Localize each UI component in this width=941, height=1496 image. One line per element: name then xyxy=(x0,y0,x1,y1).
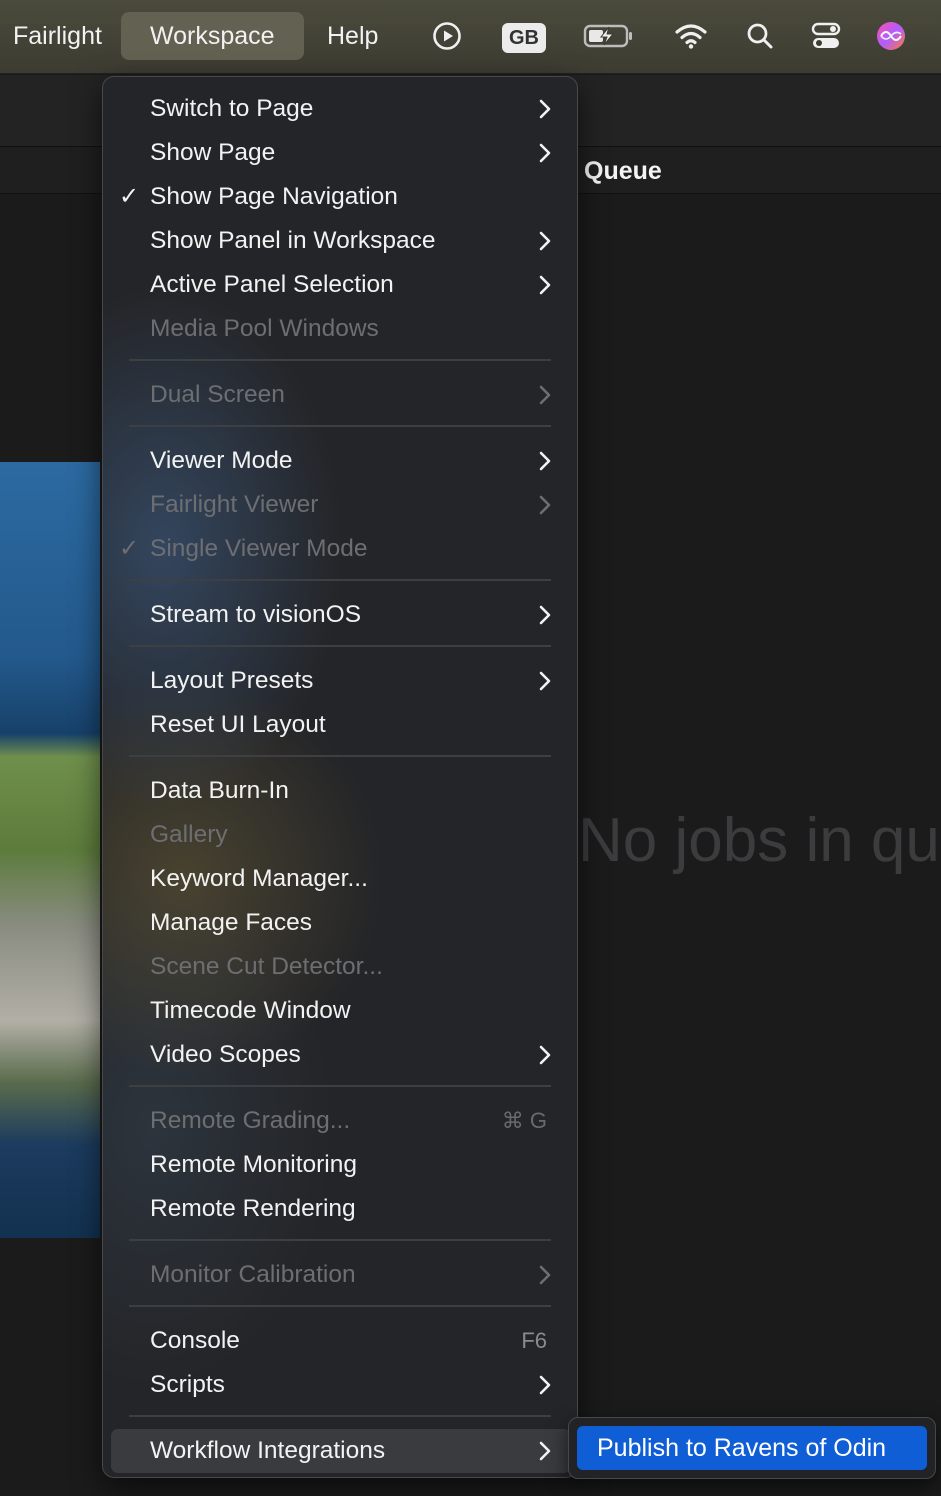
menu-item-label: Gallery xyxy=(150,821,228,848)
help-menu[interactable]: Help xyxy=(315,12,390,60)
menu-separator xyxy=(129,1415,551,1417)
chevron-right-icon xyxy=(539,605,551,625)
menu-item-label: Single Viewer Mode xyxy=(150,535,368,562)
menu-separator xyxy=(129,1305,551,1307)
menu-separator xyxy=(129,1085,551,1087)
chevron-right-icon xyxy=(539,385,551,405)
menu-item-data-burn-in[interactable]: Data Burn-In xyxy=(103,769,577,813)
menu-item-label: Console xyxy=(150,1327,240,1354)
menu-item-single-viewer-mode: ✓ Single Viewer Mode xyxy=(103,527,577,571)
menu-item-label: Show Page xyxy=(150,139,276,166)
menu-item-label: Viewer Mode xyxy=(150,447,293,474)
queue-panel: No jobs in queue xyxy=(578,194,941,1496)
queue-title: Queue xyxy=(584,157,662,185)
search-icon[interactable] xyxy=(744,18,776,54)
chevron-right-icon xyxy=(539,143,551,163)
menu-item-label: Dual Screen xyxy=(150,381,285,408)
menu-item-label: Monitor Calibration xyxy=(150,1261,356,1288)
menu-item-label: Stream to visionOS xyxy=(150,601,362,628)
chevron-right-icon xyxy=(539,1265,551,1285)
menu-separator xyxy=(129,645,551,647)
menu-item-active-panel-selection[interactable]: Active Panel Selection xyxy=(103,263,577,307)
menu-item-video-scopes[interactable]: Video Scopes xyxy=(103,1033,577,1077)
keyboard-layout-badge[interactable]: GB xyxy=(500,18,548,54)
chevron-right-icon xyxy=(539,1441,551,1461)
menu-item-viewer-mode[interactable]: Viewer Mode xyxy=(103,439,577,483)
play-circle-icon[interactable] xyxy=(430,18,464,54)
menu-item-label: Reset UI Layout xyxy=(150,711,326,738)
menu-item-show-page[interactable]: Show Page xyxy=(103,131,577,175)
battery-charging-icon[interactable] xyxy=(582,18,636,54)
menu-item-remote-rendering[interactable]: Remote Rendering xyxy=(103,1187,577,1231)
checkmark-icon: ✓ xyxy=(119,183,140,210)
menu-item-timecode-window[interactable]: Timecode Window xyxy=(103,989,577,1033)
menu-separator xyxy=(129,359,551,361)
workspace-menu[interactable]: Workspace xyxy=(121,12,304,60)
menu-item-label: Remote Grading... xyxy=(150,1107,351,1134)
menu-item-label: Manage Faces xyxy=(150,909,313,936)
menu-item-dual-screen: Dual Screen xyxy=(103,373,577,417)
menu-item-label: Workflow Integrations xyxy=(150,1437,386,1464)
shortcut-label: F6 xyxy=(521,1328,547,1353)
menu-item-keyword-manager[interactable]: Keyword Manager... xyxy=(103,857,577,901)
menu-item-workflow-integrations[interactable]: Workflow Integrations xyxy=(111,1429,571,1473)
siri-icon[interactable] xyxy=(873,18,909,54)
menu-separator xyxy=(129,1239,551,1241)
menu-item-gallery: Gallery xyxy=(103,813,577,857)
menu-item-label: Show Panel in Workspace xyxy=(150,227,436,254)
menu-item-media-pool-windows: Media Pool Windows xyxy=(103,307,577,351)
keyboard-layout-label: GB xyxy=(502,22,546,53)
shortcut-label: ⌘ G xyxy=(501,1108,547,1133)
menu-item-reset-ui-layout[interactable]: Reset UI Layout xyxy=(103,703,577,747)
app-menu[interactable]: Fairlight xyxy=(1,12,114,60)
queue-empty-message: No jobs in queue xyxy=(578,806,941,875)
chevron-right-icon xyxy=(539,1375,551,1395)
menu-item-label: Scripts xyxy=(150,1371,225,1398)
viewer-image xyxy=(0,462,100,1238)
menu-item-label: Remote Rendering xyxy=(150,1195,356,1222)
chevron-right-icon xyxy=(539,451,551,471)
chevron-right-icon xyxy=(539,275,551,295)
menu-item-scene-cut-detector: Scene Cut Detector... xyxy=(103,945,577,989)
menu-separator xyxy=(129,579,551,581)
menu-item-show-panel-in-workspace[interactable]: Show Panel in Workspace xyxy=(103,219,577,263)
menu-item-label: Remote Monitoring xyxy=(150,1151,357,1178)
menu-item-show-page-navigation[interactable]: ✓ Show Page Navigation xyxy=(103,175,577,219)
menu-item-monitor-calibration: Monitor Calibration xyxy=(103,1253,577,1297)
menu-item-label: Keyword Manager... xyxy=(150,865,368,892)
menu-item-label: Scene Cut Detector... xyxy=(150,953,383,980)
menu-item-label: Switch to Page xyxy=(150,95,314,122)
chevron-right-icon xyxy=(539,99,551,119)
menu-item-label: Show Page Navigation xyxy=(150,183,398,210)
chevron-right-icon xyxy=(539,231,551,251)
menu-item-fairlight-viewer: Fairlight Viewer xyxy=(103,483,577,527)
menu-item-label: Timecode Window xyxy=(150,997,351,1024)
menu-item-label: Video Scopes xyxy=(150,1041,301,1068)
workflow-integrations-submenu: Publish to Ravens of Odin xyxy=(568,1417,936,1479)
menu-item-console[interactable]: Console F6 xyxy=(103,1319,577,1363)
menu-item-remote-grading: Remote Grading... ⌘ G xyxy=(103,1099,577,1143)
menu-bar: Fairlight Workspace Help GB xyxy=(0,0,941,74)
workspace-dropdown: Switch to Page Show Page ✓ Show Page Nav… xyxy=(102,76,578,1478)
chevron-right-icon xyxy=(539,1045,551,1065)
checkmark-icon: ✓ xyxy=(119,535,140,562)
menu-separator xyxy=(129,425,551,427)
chevron-right-icon xyxy=(539,671,551,691)
menu-item-label: Layout Presets xyxy=(150,667,314,694)
menu-item-manage-faces[interactable]: Manage Faces xyxy=(103,901,577,945)
menu-item-stream-to-visionos[interactable]: Stream to visionOS xyxy=(103,593,577,637)
menu-separator xyxy=(129,755,551,757)
menu-item-label: Data Burn-In xyxy=(150,777,289,804)
chevron-right-icon xyxy=(539,495,551,515)
submenu-item-publish-to-ravens-of-odin[interactable]: Publish to Ravens of Odin xyxy=(577,1426,927,1470)
menu-item-label: Media Pool Windows xyxy=(150,315,379,342)
wifi-icon[interactable] xyxy=(672,18,710,54)
menu-item-layout-presets[interactable]: Layout Presets xyxy=(103,659,577,703)
control-center-icon[interactable] xyxy=(808,18,844,54)
menu-item-label: Active Panel Selection xyxy=(150,271,394,298)
menu-item-scripts[interactable]: Scripts xyxy=(103,1363,577,1407)
menu-item-label: Fairlight Viewer xyxy=(150,491,319,518)
menu-item-switch-to-page[interactable]: Switch to Page xyxy=(103,87,577,131)
menu-item-remote-monitoring[interactable]: Remote Monitoring xyxy=(103,1143,577,1187)
